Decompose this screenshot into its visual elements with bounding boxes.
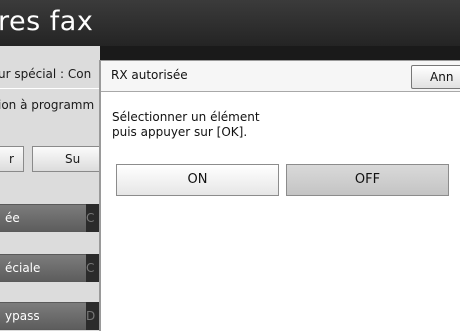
off-option-button[interactable]: OFF	[286, 164, 449, 196]
dialog-header: RX autorisée Ann	[101, 61, 460, 92]
rx-authorized-dialog: RX autorisée Ann Sélectionner un élément…	[99, 60, 460, 331]
background-button-1[interactable]: r	[0, 146, 24, 172]
side-button-2[interactable]: éciale	[0, 254, 88, 282]
dialog-message-line-1: Sélectionner un élément	[112, 110, 260, 124]
background-line-special: ur spécial : Con	[0, 67, 92, 81]
dialog-message-line-2: puis appuyer sur [OK].	[112, 125, 248, 139]
side-button-1[interactable]: ée	[0, 204, 88, 232]
on-option-button[interactable]: ON	[116, 164, 279, 196]
screen-header: res fax	[0, 0, 460, 46]
background-line-program: ion à programm	[0, 98, 95, 112]
dialog-title: RX autorisée	[111, 68, 188, 82]
background-button-2[interactable]: Su	[32, 146, 102, 172]
screen-title: res fax	[0, 6, 94, 37]
side-button-2-tail: C	[86, 254, 100, 282]
side-button-1-tail: C	[86, 204, 100, 232]
cancel-button[interactable]: Ann	[411, 65, 460, 89]
divider	[0, 88, 100, 89]
side-button-3-tail: D	[86, 302, 100, 330]
side-button-3[interactable]: ypass	[0, 302, 88, 330]
background-panel: ur spécial : Con ion à programm r Su ée …	[0, 46, 102, 331]
dialog-message: Sélectionner un élément puis appuyer sur…	[112, 110, 260, 140]
